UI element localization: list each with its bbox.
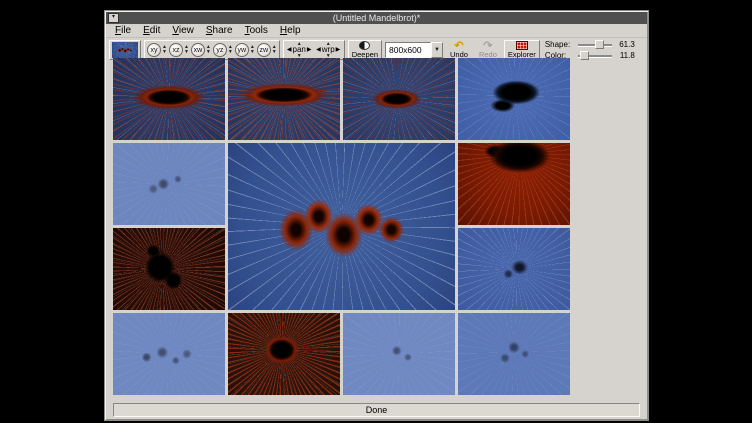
explorer-toggle-button[interactable]: Explorer (504, 40, 540, 60)
fractal-main-view[interactable] (228, 143, 455, 310)
xw-spinner[interactable]: ▲▼ (206, 45, 211, 55)
menu-share[interactable]: Share (200, 24, 239, 37)
menu-bar: File Edit View Share Tools Help (106, 24, 647, 38)
explorer-mutant-thumbnail[interactable] (113, 313, 225, 395)
yw-spinner[interactable]: ▲▼ (250, 45, 255, 55)
xy-spinner[interactable]: ▲▼ (162, 45, 167, 55)
pan-warp-group: ▲ ◀ pan ▶ ▼ ▲ ◀ wrp ▶ ▼ (283, 40, 345, 60)
deepen-icon (359, 41, 370, 50)
rotate-xy-button[interactable]: xy ▲▼ (147, 43, 167, 57)
redo-button[interactable]: ↷ Redo (475, 40, 501, 60)
shape-value: 61.3 (615, 40, 635, 49)
explorer-grid (113, 58, 570, 395)
menu-tools[interactable]: Tools (239, 24, 274, 37)
menu-edit[interactable]: Edit (137, 24, 166, 37)
warp-left-icon[interactable]: ◀ (316, 46, 321, 54)
fractal-preview-group (109, 40, 141, 60)
explorer-mutant-thumbnail[interactable] (228, 313, 340, 395)
explorer-mutant-thumbnail[interactable] (343, 313, 455, 395)
pan-right-icon[interactable]: ▶ (307, 46, 312, 54)
rotate-yw-button[interactable]: yw ▲▼ (235, 43, 255, 57)
pan-button[interactable]: ▲ ◀ pan ▶ ▼ (286, 41, 313, 59)
resolution-dropdown-icon[interactable]: ▼ (431, 42, 443, 58)
warp-right-icon[interactable]: ▶ (336, 46, 341, 54)
color-slider[interactable] (578, 51, 612, 60)
window-title: (Untitled Mandelbrot)* (106, 12, 647, 24)
rotate-xw-button[interactable]: xw ▲▼ (191, 43, 211, 57)
explorer-mutant-thumbnail[interactable] (113, 143, 225, 225)
color-slider-thumb[interactable] (580, 51, 589, 60)
deepen-button[interactable]: Deepen (348, 40, 382, 60)
explorer-mutant-thumbnail[interactable] (458, 228, 570, 310)
explorer-mutant-thumbnail[interactable] (458, 313, 570, 395)
explorer-mutant-thumbnail[interactable] (458, 58, 570, 140)
resolution-select[interactable]: 800x600 ▼ (385, 42, 443, 58)
zw-spinner[interactable]: ▲▼ (272, 45, 277, 55)
menu-file[interactable]: File (109, 24, 137, 37)
explorer-mutant-thumbnail[interactable] (458, 143, 570, 225)
rotate-yz-button[interactable]: yz ▲▼ (213, 43, 233, 57)
rotation-button-group: xy ▲▼ xz ▲▼ xw ▲▼ yz ▲▼ yw ▲▼ zw ▲▼ (144, 40, 280, 60)
menu-view[interactable]: View (166, 24, 200, 37)
rotate-zw-button[interactable]: zw ▲▼ (257, 43, 277, 57)
explorer-mutant-thumbnail[interactable] (228, 58, 340, 140)
undo-button[interactable]: ↶ Undo (446, 40, 472, 60)
shape-label: Shape: (545, 40, 575, 49)
explorer-icon (516, 41, 528, 50)
app-window: ▾ (Untitled Mandelbrot)* File Edit View … (104, 10, 649, 421)
explorer-mutant-thumbnail[interactable] (343, 58, 455, 140)
fractal-preview-thumbnail (112, 42, 138, 58)
color-value: 11.8 (615, 51, 635, 60)
rotate-xz-button[interactable]: xz ▲▼ (169, 43, 189, 57)
explorer-mutant-thumbnail[interactable] (113, 58, 225, 140)
xz-spinner[interactable]: ▲▼ (184, 45, 189, 55)
title-bar[interactable]: ▾ (Untitled Mandelbrot)* (106, 12, 647, 24)
status-bar: Done (113, 403, 640, 417)
resolution-value: 800x600 (385, 42, 431, 58)
warp-button[interactable]: ▲ ◀ wrp ▶ ▼ (315, 41, 342, 59)
pan-left-icon[interactable]: ◀ (287, 46, 292, 54)
status-text: Done (366, 405, 388, 415)
shape-slider-thumb[interactable] (595, 40, 604, 49)
yz-spinner[interactable]: ▲▼ (228, 45, 233, 55)
explorer-mutant-thumbnail[interactable] (113, 228, 225, 310)
shape-slider[interactable] (578, 40, 612, 49)
menu-help[interactable]: Help (274, 24, 307, 37)
